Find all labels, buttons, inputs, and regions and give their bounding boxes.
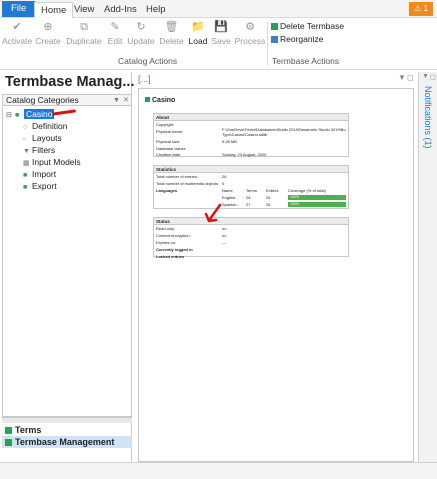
- reorganize-button[interactable]: Reorganize: [271, 33, 323, 45]
- reorganize-icon: [271, 36, 278, 44]
- definition-icon: ○: [23, 124, 28, 131]
- locked-entries-row: Locked entries: [156, 254, 185, 259]
- language-row: Spanish: 27 26 100%: [154, 201, 348, 208]
- tree-item-layouts[interactable]: ▫ Layouts: [23, 133, 62, 144]
- catalog-categories-header: Catalog Categories ▼ ✕: [2, 94, 132, 106]
- terms-icon: [5, 427, 12, 435]
- save-button[interactable]: 💾 Save: [210, 20, 232, 52]
- status-section: Status Read only: no Content encryption: n…: [153, 217, 349, 259]
- pin-icon[interactable]: ◻: [430, 73, 436, 81]
- tree-item-export[interactable]: ■ Export: [23, 181, 57, 192]
- process-button[interactable]: ⚙ Process: [234, 20, 266, 52]
- gears-icon: ⚙: [245, 21, 255, 33]
- dropdown-icon[interactable]: ▼: [398, 73, 406, 82]
- load-button[interactable]: 📁 Load: [187, 20, 209, 52]
- notification-badge[interactable]: ⚠ 1: [409, 2, 433, 16]
- main-topbar: [...] ▼ ◻: [136, 72, 416, 86]
- info-row: Read only: no: [156, 226, 227, 231]
- import-icon: ■: [23, 172, 28, 179]
- create-button[interactable]: ⊕ Create: [34, 20, 62, 52]
- tab-help[interactable]: Help: [140, 2, 172, 17]
- catalog-actions-label: Catalog Actions: [118, 56, 178, 66]
- database-icon: [145, 97, 150, 102]
- delete-termbase-icon: [271, 23, 278, 31]
- collapse-icon[interactable]: ⊟: [6, 110, 15, 121]
- close-icon[interactable]: ✕: [123, 95, 129, 106]
- statistics-heading: Statistics: [154, 166, 348, 173]
- delete-termbase-button[interactable]: Delete Termbase: [271, 20, 344, 32]
- tree-item-casino[interactable]: ⊟ ■ Casino: [6, 109, 55, 121]
- panel-title: Termbase Manag...: [5, 74, 135, 90]
- dropdown-icon[interactable]: ▼: [422, 73, 429, 80]
- status-heading: Status: [154, 218, 348, 225]
- pin-icon[interactable]: ◻: [407, 73, 414, 82]
- edit-icon: ✎: [110, 21, 120, 33]
- plus-circle-icon: ⊕: [43, 21, 53, 33]
- about-section: About Copyright: Physical name: F:\OneDri…: [153, 113, 349, 157]
- duplicate-icon: ⧉: [80, 21, 88, 33]
- right-sidebar: ▼ ◻ Notifications (1): [418, 72, 437, 462]
- statistics-section: Statistics Total number of entries: 26 To…: [153, 165, 349, 209]
- about-heading: About: [154, 114, 348, 121]
- layout-icon: ▫: [23, 136, 26, 143]
- info-row: Expires on: ---: [156, 240, 226, 245]
- database-icon: ■: [15, 112, 20, 119]
- tree-item-definition[interactable]: ○ Definition: [23, 121, 67, 132]
- update-button[interactable]: ↻ Update: [126, 20, 156, 52]
- tree-item-input-models[interactable]: ▦ Input Models: [23, 157, 81, 168]
- activate-button[interactable]: ✔ Activate: [2, 20, 32, 52]
- ribbon-separator: [267, 22, 268, 66]
- info-row: Physical name: F:\OneDrive\Trivini\Databa…: [156, 127, 346, 137]
- duplicate-button[interactable]: ⧉ Duplicate: [64, 20, 104, 52]
- info-row: Total number of entries: 26: [156, 174, 227, 179]
- catalog-tree: ⊟ ■ Casino ○ Definition ▫ Layouts ▼ Filters ▦…: [2, 107, 132, 417]
- edit-button[interactable]: ✎ Edit: [105, 20, 125, 52]
- tab-file[interactable]: File: [2, 1, 36, 17]
- info-row: Creation date: Sunday, 23 August, 2020: [156, 152, 267, 157]
- red-annotation-arrow: [204, 203, 222, 223]
- termbase-actions-label: Termbase Actions: [272, 56, 340, 66]
- languages-header-row: Languages Name Terms Entries Coverage (%…: [156, 188, 326, 193]
- tab-view[interactable]: View: [68, 2, 100, 17]
- menu-tab-bar: File Home View Add-Ins Help ⚠ 1: [0, 0, 437, 19]
- nav-termbase-management[interactable]: Termbase Management: [2, 436, 132, 448]
- filter-icon: ▼: [23, 148, 30, 155]
- termbase-info-view: Casino About Copyright: Physical name: F:…: [138, 88, 414, 462]
- info-row: Content encryption: no: [156, 233, 227, 238]
- coverage-bar: 100%: [288, 202, 346, 207]
- info-row: Database owner:: [156, 146, 187, 151]
- export-icon: ■: [23, 184, 28, 191]
- info-row: Physical size: 5.28 MB: [156, 139, 237, 144]
- termbase-management-icon: [5, 439, 12, 447]
- coverage-bar: 100%: [288, 195, 346, 200]
- folder-icon: 📁: [191, 21, 205, 33]
- termbase-title: Casino: [145, 97, 175, 104]
- info-row: Total number of multimedia objects: 0: [156, 181, 225, 186]
- tab-add-ins[interactable]: Add-Ins: [98, 2, 143, 17]
- pin-icon[interactable]: ▼: [113, 95, 120, 106]
- ribbon: ✔ Activate ⊕ Create ⧉ Duplicate ✎ Edit ↻…: [0, 18, 437, 70]
- tree-item-import[interactable]: ■ Import: [23, 169, 56, 180]
- refresh-icon: ↻: [136, 21, 146, 33]
- checkmark-icon: ✔: [12, 21, 22, 33]
- panel-splitter[interactable]: [2, 417, 132, 423]
- language-row: English: 28 26 100%: [154, 194, 348, 201]
- nav-terms[interactable]: Terms: [2, 424, 132, 436]
- input-model-icon: ▦: [23, 160, 30, 167]
- breadcrumb[interactable]: [...]: [138, 74, 151, 84]
- status-bar: [0, 462, 437, 479]
- delete-button[interactable]: 🗑 Delete: [158, 20, 185, 52]
- trash-icon: 🗑: [164, 21, 179, 33]
- save-icon: 💾: [214, 21, 228, 33]
- left-panel: Termbase Manag... Catalog Categories ▼ ✕…: [2, 72, 135, 462]
- notifications-tab[interactable]: Notifications (1): [423, 86, 433, 149]
- tree-item-filters[interactable]: ▼ Filters: [23, 145, 55, 156]
- main-area: [...] ▼ ◻ Casino About Copyright: Physic…: [136, 72, 416, 462]
- logged-in-row: Currently logged in: [156, 247, 193, 252]
